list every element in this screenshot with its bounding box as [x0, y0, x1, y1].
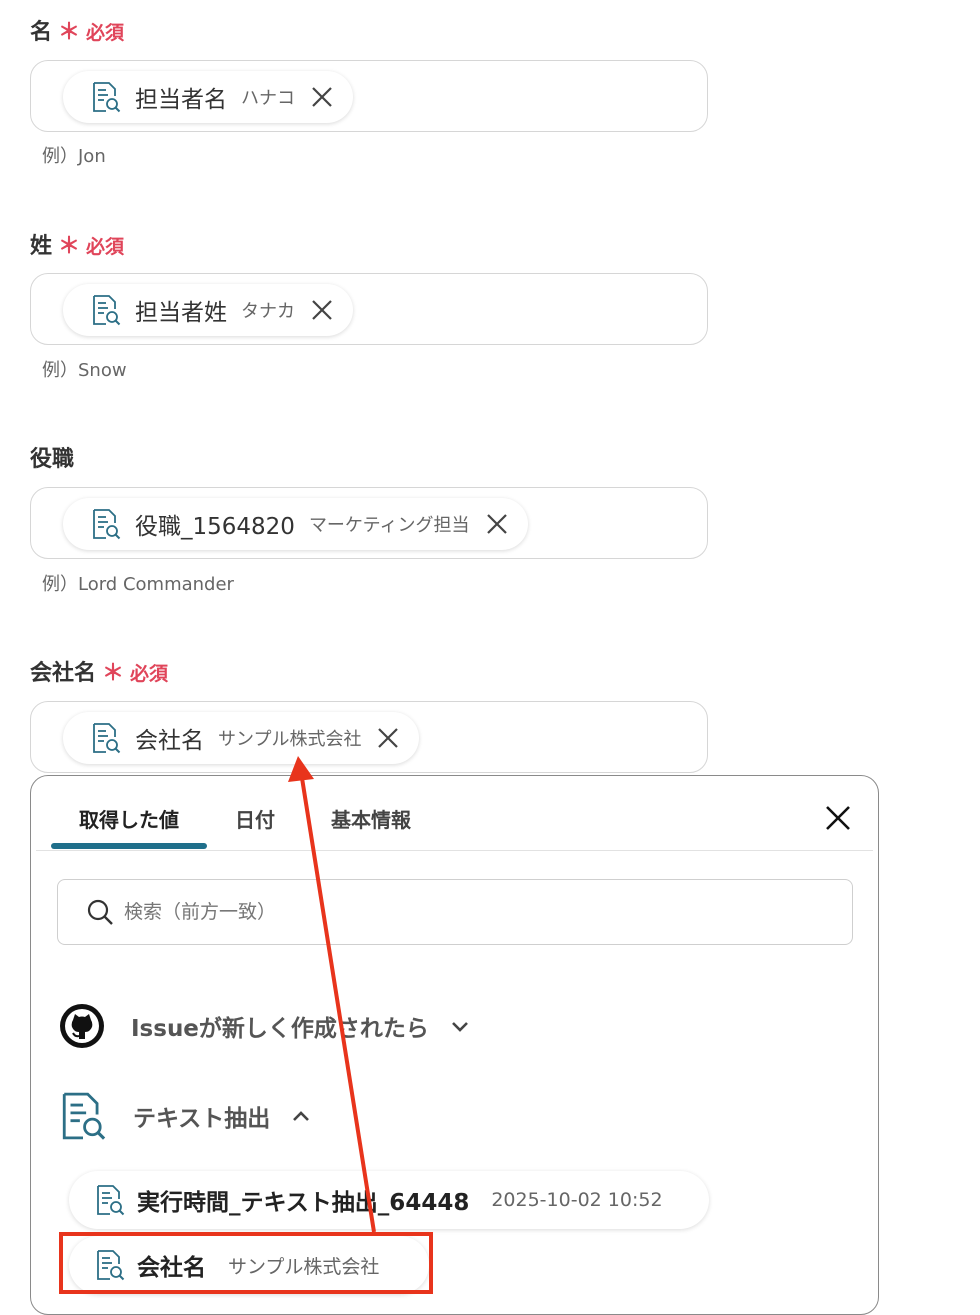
field-label-last-name: 姓 ＊ 必須 [30, 228, 124, 260]
document-search-icon [59, 1091, 107, 1141]
close-icon[interactable] [311, 299, 333, 321]
required-badge: 必須 [86, 22, 125, 44]
chip-name: 担当者名 [135, 87, 227, 113]
chevron-down-icon[interactable] [449, 1015, 471, 1037]
tab-basic-info[interactable]: 基本情報 [331, 804, 411, 833]
search-input[interactable] [122, 900, 726, 924]
required-star: ＊ [58, 20, 81, 45]
github-icon [60, 1004, 104, 1048]
group-title: Issueが新しく作成されたら [131, 1016, 429, 1042]
required-star: ＊ [58, 234, 81, 259]
group-title: テキスト抽出 [133, 1106, 271, 1132]
field-label-text: 名 [30, 20, 53, 45]
chip-value: タナカ [241, 301, 295, 322]
list-item-execution-time[interactable]: 実行時間_テキスト抽出_64448 2025-10-02 10:52 [69, 1171, 709, 1229]
tab-date[interactable]: 日付 [235, 804, 275, 833]
chip-name: 担当者姓 [135, 300, 227, 326]
value-chip[interactable]: 役職_1564820 マーケティング担当 [63, 498, 528, 550]
search-box[interactable] [57, 879, 853, 945]
value-chip[interactable]: 担当者名 ハナコ [63, 71, 353, 123]
highlight-box [59, 1232, 433, 1294]
field-label-first-name: 名 ＊ 必須 [30, 14, 124, 46]
document-search-icon [91, 81, 121, 113]
field-example: 例）Jon [42, 146, 106, 167]
field-example: 例）Lord Commander [42, 574, 234, 595]
tab-acquired-values[interactable]: 取得した値 [79, 804, 179, 833]
item-name: 実行時間_テキスト抽出_64448 [137, 1190, 470, 1216]
chip-name: 役職_1564820 [135, 514, 295, 540]
document-search-icon [91, 508, 121, 540]
group-github-issue[interactable]: Issueが新しく作成されたら [59, 1003, 471, 1049]
document-search-icon [91, 722, 121, 754]
chip-value: サンプル株式会社 [218, 729, 362, 750]
field-label-text: 役職 [30, 447, 75, 472]
document-search-icon [95, 1184, 125, 1216]
tab-divider [36, 850, 873, 851]
active-tab-indicator [51, 843, 207, 849]
chip-value: ハナコ [241, 88, 295, 109]
first-name-field[interactable]: 担当者名 ハナコ [30, 60, 708, 132]
field-label-text: 姓 [30, 234, 53, 259]
required-badge: 必須 [130, 663, 169, 685]
field-label-company-name: 会社名 ＊ 必須 [30, 655, 168, 687]
last-name-field[interactable]: 担当者姓 タナカ [30, 273, 708, 345]
close-icon[interactable] [824, 804, 852, 832]
document-search-icon [91, 294, 121, 326]
required-star: ＊ [102, 661, 125, 686]
field-example: 例）Snow [42, 360, 127, 381]
chip-name: 会社名 [135, 728, 204, 754]
close-icon[interactable] [486, 513, 508, 535]
group-text-extraction[interactable]: テキスト抽出 [59, 1091, 312, 1141]
search-icon [87, 899, 113, 925]
close-icon[interactable] [311, 86, 333, 108]
company-name-field[interactable]: 会社名 サンプル株式会社 [30, 701, 708, 773]
required-badge: 必須 [86, 236, 125, 258]
field-label-job-title: 役職 [30, 441, 74, 473]
value-chip[interactable]: 会社名 サンプル株式会社 [63, 712, 420, 764]
value-chip[interactable]: 担当者姓 タナカ [63, 284, 353, 336]
chevron-up-icon[interactable] [290, 1105, 312, 1127]
chip-value: マーケティング担当 [308, 515, 470, 536]
close-icon[interactable] [377, 727, 399, 749]
job-title-field[interactable]: 役職_1564820 マーケティング担当 [30, 487, 708, 559]
field-label-text: 会社名 [30, 661, 97, 686]
item-value: 2025-10-02 10:52 [491, 1189, 663, 1211]
